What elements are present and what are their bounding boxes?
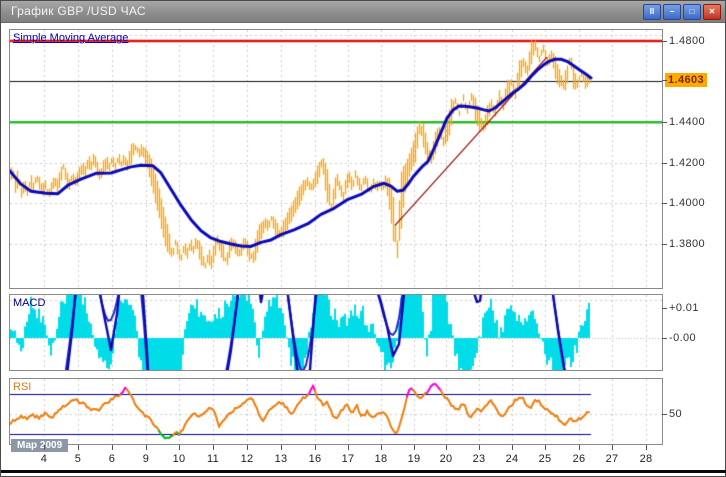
x-axis-label: 5 xyxy=(74,453,82,465)
window-buttons: II − □ ✕ xyxy=(643,4,721,20)
current-price-badge: 1.4603 xyxy=(665,73,708,87)
x-axis-tick xyxy=(512,445,513,450)
y-axis-tick xyxy=(662,244,667,245)
x-axis-tick xyxy=(315,445,316,450)
rsi-panel[interactable]: RSI xyxy=(9,378,663,445)
y-axis-label: -0.00 xyxy=(669,332,697,344)
window-title: График GBP /USD ЧАС xyxy=(11,4,146,18)
price-chart-canvas[interactable] xyxy=(10,30,662,288)
x-axis-label: 23 xyxy=(472,453,486,465)
maximize-icon: □ xyxy=(689,7,695,16)
close-button[interactable]: ✕ xyxy=(703,4,721,20)
macd-panel[interactable]: MACD xyxy=(9,294,663,371)
y-axis-tick xyxy=(662,203,667,204)
x-axis-label: 26 xyxy=(572,453,586,465)
x-axis-tick xyxy=(479,445,480,450)
macd-chart-canvas[interactable] xyxy=(10,295,662,370)
x-axis-label: 11 xyxy=(206,453,220,465)
title-bar[interactable]: График GBP /USD ЧАС II − □ ✕ xyxy=(1,1,725,23)
x-axis-tick xyxy=(612,445,613,450)
x-axis-tick xyxy=(146,445,147,450)
x-axis-label: 24 xyxy=(505,453,519,465)
x-axis-label: 13 xyxy=(274,453,288,465)
x-axis-tick xyxy=(179,445,180,450)
x-axis-label: 12 xyxy=(240,453,254,465)
y-axis-tick xyxy=(662,338,667,339)
close-icon: ✕ xyxy=(708,7,716,16)
y-axis-tick xyxy=(662,122,667,123)
x-axis-tick xyxy=(381,445,382,450)
price-chart-panel[interactable]: Simple Moving Average xyxy=(9,29,663,289)
y-axis-tick xyxy=(662,80,667,81)
y-axis-tick xyxy=(662,308,667,309)
macd-indicator-label: MACD xyxy=(13,297,46,309)
x-axis-label: 17 xyxy=(341,453,355,465)
chart-window: График GBP /USD ЧАС II − □ ✕ Simple Movi… xyxy=(0,0,726,477)
y-axis-tick xyxy=(662,163,667,164)
rsi-indicator-label: RSI xyxy=(13,381,32,393)
x-axis-tick xyxy=(545,445,546,450)
x-axis-tick xyxy=(579,445,580,450)
maximize-button[interactable]: □ xyxy=(683,4,701,20)
minimize-icon: − xyxy=(669,7,675,16)
x-axis-label: 6 xyxy=(108,453,116,465)
x-axis-label: 25 xyxy=(538,453,552,465)
y-axis-tick xyxy=(662,414,667,415)
y-axis-label: 1.3800 xyxy=(669,238,706,250)
y-axis-label: 50 xyxy=(669,408,683,420)
pause-button[interactable]: II xyxy=(643,4,661,20)
x-axis-tick xyxy=(44,445,45,450)
x-axis-tick xyxy=(348,445,349,450)
y-axis-label: 1.4200 xyxy=(669,157,706,169)
window-bottom-edge xyxy=(1,470,726,473)
x-axis-tick xyxy=(112,445,113,450)
x-axis-tick xyxy=(446,445,447,450)
rsi-chart-canvas[interactable] xyxy=(10,379,662,444)
x-axis-label: 4 xyxy=(40,453,48,465)
x-axis-label: 20 xyxy=(439,453,453,465)
x-axis-tick xyxy=(78,445,79,450)
x-axis-tick xyxy=(281,445,282,450)
x-axis-tick xyxy=(414,445,415,450)
x-axis-tick xyxy=(213,445,214,450)
y-axis-tick xyxy=(662,41,667,42)
month-label: Мар 2009 xyxy=(11,439,69,452)
minimize-button[interactable]: − xyxy=(663,4,681,20)
x-axis-label: 16 xyxy=(308,453,322,465)
x-axis-label: 18 xyxy=(374,453,388,465)
y-axis-label: 1.4400 xyxy=(669,116,706,128)
x-axis-label: 27 xyxy=(605,453,619,465)
y-axis-label: 1.4000 xyxy=(669,197,706,209)
x-axis-tick xyxy=(247,445,248,450)
x-axis-label: 28 xyxy=(639,453,653,465)
x-axis-label: 10 xyxy=(172,453,186,465)
pause-icon: II xyxy=(649,7,655,16)
y-axis-label: 1.4800 xyxy=(669,35,706,47)
sma-indicator-label: Simple Moving Average xyxy=(13,32,129,44)
x-axis-tick xyxy=(646,445,647,450)
x-axis-label: 19 xyxy=(407,453,421,465)
x-axis-label: 9 xyxy=(142,453,150,465)
y-axis-label: +0.01 xyxy=(669,302,699,314)
